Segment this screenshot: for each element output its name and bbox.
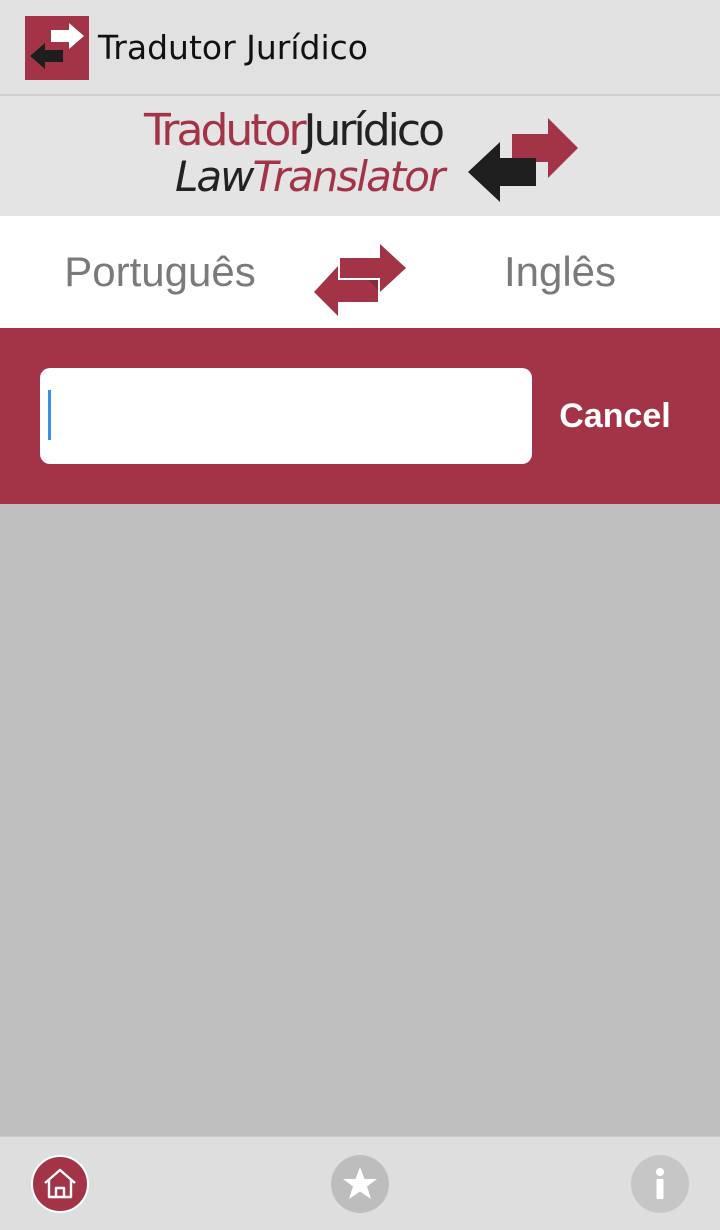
language-selector: Português Inglês — [0, 216, 720, 328]
logo-word-tradutor: Tradutor — [144, 105, 307, 156]
home-icon — [44, 1168, 76, 1199]
brand-logo-banner: TradutorJurídico LawTranslator — [0, 96, 720, 216]
info-button[interactable] — [631, 1155, 689, 1213]
logo-arrows-icon — [468, 118, 578, 202]
home-button[interactable] — [31, 1155, 89, 1213]
logo-word-law: Law — [175, 152, 254, 201]
logo-word-translator: Translator — [252, 152, 446, 201]
results-area — [0, 504, 720, 1136]
logo-text-line1: TradutorJurídico — [144, 105, 445, 156]
search-bar: Cancel — [0, 328, 720, 504]
search-input[interactable] — [40, 368, 532, 464]
text-caret — [48, 390, 51, 440]
app-logo-icon — [25, 16, 89, 80]
target-language-button[interactable]: Inglês — [400, 216, 720, 328]
logo-word-juridico: Jurídico — [303, 105, 445, 156]
star-icon — [343, 1167, 377, 1199]
cancel-button[interactable]: Cancel — [540, 368, 690, 464]
app-title: Tradutor Jurídico — [98, 28, 368, 67]
bottom-navigation — [0, 1136, 720, 1230]
source-language-button[interactable]: Português — [0, 216, 320, 328]
favorites-button[interactable] — [331, 1155, 389, 1213]
logo-text-line2: LawTranslator — [175, 152, 446, 202]
info-icon — [656, 1168, 664, 1199]
app-bar: Tradutor Jurídico — [0, 0, 720, 96]
swap-languages-icon[interactable] — [312, 230, 408, 316]
